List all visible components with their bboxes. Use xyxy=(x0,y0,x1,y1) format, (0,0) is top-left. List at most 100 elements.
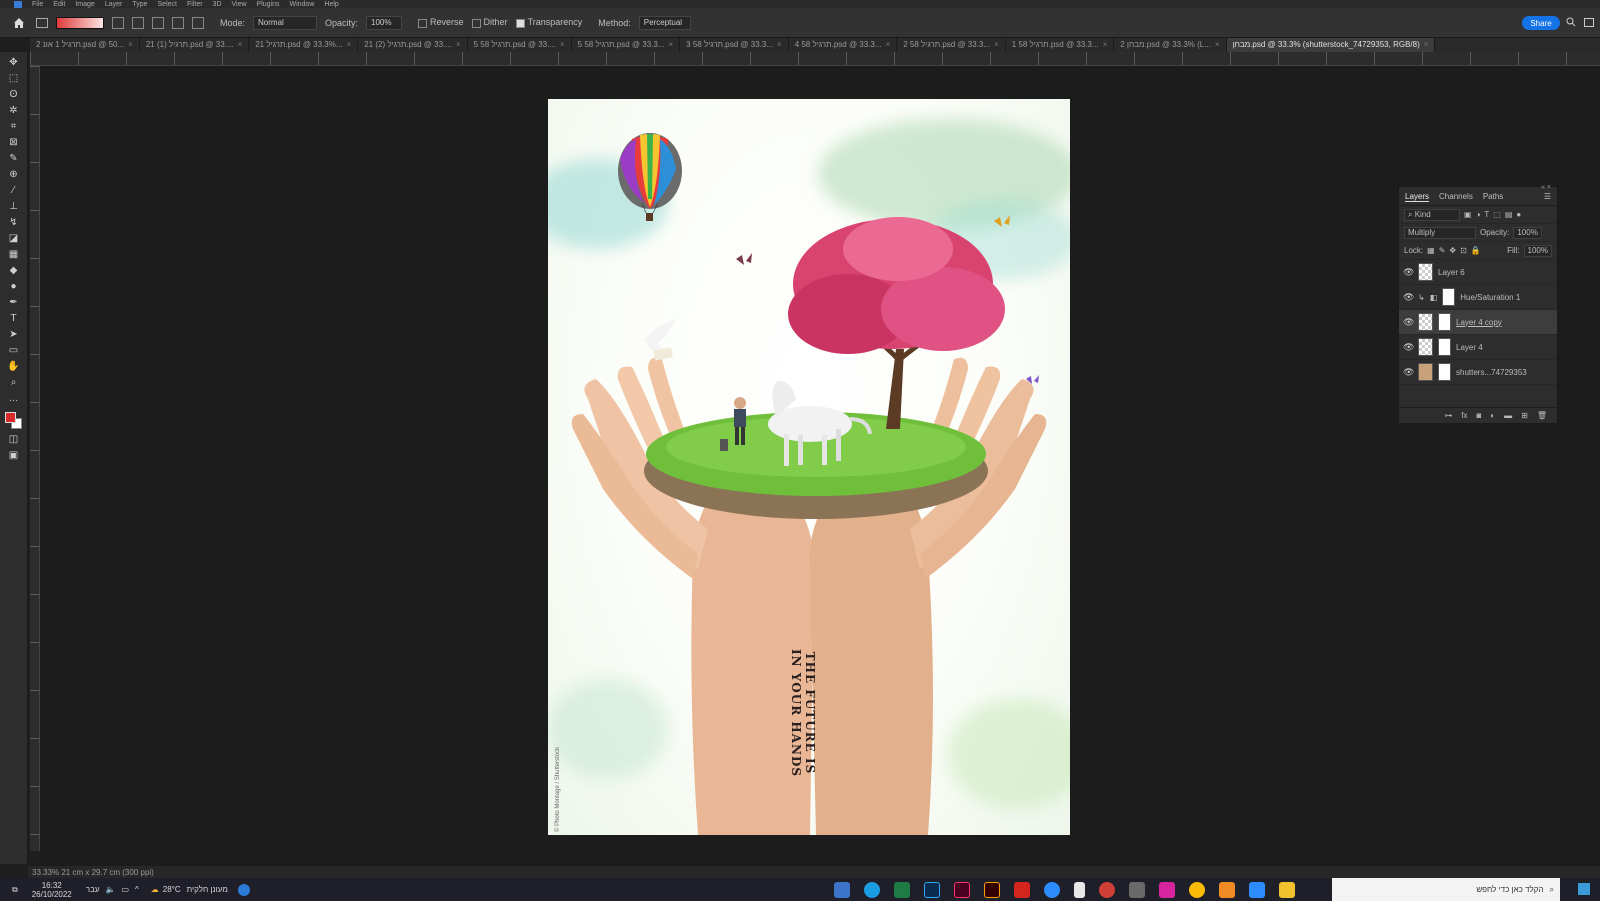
photoshop-icon[interactable] xyxy=(923,881,940,898)
doc-tab[interactable]: 2 מבחן.psd @ 33.3% (L... × xyxy=(1114,38,1227,52)
move-tool-icon[interactable]: ✥ xyxy=(7,56,21,69)
blend-mode-select[interactable]: Multiply xyxy=(1404,226,1476,239)
menu-file[interactable]: File xyxy=(32,1,43,8)
menu-layer[interactable]: Layer xyxy=(105,1,123,8)
clock[interactable]: 16:32 26/10/2022 xyxy=(32,881,72,899)
excel-icon[interactable] xyxy=(893,881,910,898)
layer-row[interactable]: 👁 shutters...74729353 xyxy=(1399,360,1557,385)
foreground-color[interactable] xyxy=(4,412,16,423)
quick-mask-icon[interactable]: ◫ xyxy=(7,433,21,446)
trash-icon[interactable]: 🗑 xyxy=(1537,411,1547,420)
menu-image[interactable]: Image xyxy=(75,1,94,8)
layer-row[interactable]: 👁 ↳ ◧ Hue/Saturation 1 xyxy=(1399,285,1557,310)
chrome-app-icon[interactable] xyxy=(1098,881,1115,898)
fill-input[interactable]: 100% xyxy=(1523,244,1552,257)
filter-smart-object-icon[interactable]: ▤ xyxy=(1505,210,1513,219)
filter-shape-icon[interactable]: ⬚ xyxy=(1493,210,1501,219)
document-canvas[interactable]: THE FUTURE IS IN YOUR HANDS © Photo Mont… xyxy=(548,99,1070,835)
opacity-input[interactable]: 100% xyxy=(366,15,403,30)
layer-name[interactable]: Hue/Saturation 1 xyxy=(1460,293,1520,302)
indesign-icon[interactable] xyxy=(953,881,970,898)
menu-window[interactable]: Window xyxy=(290,1,315,8)
close-icon[interactable]: × xyxy=(347,40,352,49)
lock-all-icon[interactable]: 🔒 xyxy=(1471,246,1481,255)
transparency-checkbox[interactable]: Transparency xyxy=(515,17,582,28)
tab-channels[interactable]: Channels xyxy=(1439,192,1473,202)
brush-tool-icon[interactable]: ⁄ xyxy=(7,184,21,197)
frame-tool-icon[interactable]: ⊠ xyxy=(7,136,21,149)
screen-mode-icon[interactable]: ▣ xyxy=(7,449,21,462)
layer-row[interactable]: 👁 Layer 4 xyxy=(1399,335,1557,360)
quick-select-tool-icon[interactable]: ✲ xyxy=(7,104,21,117)
crop-tool-icon[interactable]: ⌗ xyxy=(7,120,21,133)
start-button-icon[interactable] xyxy=(1578,883,1590,895)
menu-edit[interactable]: Edit xyxy=(53,1,65,8)
close-icon[interactable]: × xyxy=(669,40,674,49)
layer-opacity-input[interactable]: 100% xyxy=(1513,226,1542,239)
layer-row[interactable]: 👁 Layer 6 xyxy=(1399,260,1557,285)
weather-temp[interactable]: 28°C xyxy=(163,885,181,894)
shape-tool-icon[interactable]: ▭ xyxy=(7,344,21,357)
acrobat-icon[interactable] xyxy=(1013,881,1030,898)
lock-artboard-icon[interactable]: ⊡ xyxy=(1460,246,1467,255)
menu-view[interactable]: View xyxy=(232,1,247,8)
notifications-chevron-icon[interactable]: ^ xyxy=(135,885,139,894)
blur-tool-icon[interactable]: ◆ xyxy=(7,264,21,277)
workspace-icon[interactable] xyxy=(1584,18,1594,27)
zoom-meetings-icon[interactable] xyxy=(1248,881,1265,898)
new-adjustment-icon[interactable]: ◐ xyxy=(1490,411,1495,420)
path-select-tool-icon[interactable]: ➤ xyxy=(7,328,21,341)
file-icon[interactable] xyxy=(1073,881,1085,898)
edge-app-icon[interactable] xyxy=(237,883,250,896)
new-group-icon[interactable]: ▬ xyxy=(1504,411,1512,420)
menu-type[interactable]: Type xyxy=(132,1,147,8)
weather-desc[interactable]: מעונן חלקית xyxy=(187,885,228,894)
layer-name[interactable]: Layer 6 xyxy=(1438,268,1465,277)
reflected-gradient-button[interactable] xyxy=(172,16,184,29)
color-swatches[interactable] xyxy=(4,412,23,430)
tool-preset-icon[interactable] xyxy=(36,17,48,28)
doc-tab[interactable]: 2 תרגיל 1 אונ.psd @ 50... × xyxy=(30,38,140,52)
filter-pixel-icon[interactable]: ▣ xyxy=(1464,210,1472,219)
type-tool-icon[interactable]: T xyxy=(7,312,21,325)
panel-menu-icon[interactable]: ☰ xyxy=(1544,192,1551,202)
angle-gradient-button[interactable] xyxy=(152,16,164,29)
link-layers-icon[interactable]: ⊶ xyxy=(1444,411,1452,420)
diamond-gradient-button[interactable] xyxy=(192,16,204,29)
radial-gradient-button[interactable] xyxy=(132,16,144,29)
healing-tool-icon[interactable]: ⊕ xyxy=(7,168,21,181)
filter-type-icon[interactable]: T xyxy=(1484,210,1489,219)
close-icon[interactable]: × xyxy=(1424,40,1429,49)
edge-browser-icon[interactable] xyxy=(863,881,880,898)
dither-checkbox[interactable]: Dither xyxy=(471,17,508,28)
kind-filter-select[interactable]: ⌕ Kind xyxy=(1404,208,1460,221)
lock-image-icon[interactable]: ✎ xyxy=(1439,246,1446,255)
history-brush-icon[interactable]: ↯ xyxy=(7,216,21,229)
ruler-vertical[interactable] xyxy=(30,66,40,851)
fx-icon[interactable]: fx xyxy=(1461,411,1467,420)
search-app-icon[interactable] xyxy=(1218,881,1235,898)
tab-layers[interactable]: Layers xyxy=(1405,192,1430,202)
close-icon[interactable]: × xyxy=(128,40,133,49)
close-icon[interactable]: × xyxy=(1103,40,1108,49)
doc-tab[interactable]: 5 58 תרגיל.psd @ 33.... × xyxy=(468,38,572,52)
weather-icon[interactable]: ☁ xyxy=(151,885,159,894)
panel-collapse-icon[interactable]: « × xyxy=(1541,184,1551,191)
menu-select[interactable]: Select xyxy=(158,1,177,8)
chrome-browser-icon[interactable] xyxy=(1188,881,1205,898)
eye-icon[interactable]: 👁 xyxy=(1403,367,1414,378)
lasso-tool-icon[interactable]: ʘ xyxy=(7,88,21,101)
close-icon[interactable]: × xyxy=(560,40,565,49)
network-icon[interactable]: ▭ xyxy=(121,885,129,894)
mode-select[interactable]: Normal xyxy=(253,15,318,30)
close-icon[interactable]: × xyxy=(777,40,782,49)
close-icon[interactable]: × xyxy=(886,40,891,49)
menu-help[interactable]: Help xyxy=(324,1,338,8)
zoom-tool-icon[interactable]: ⌕ xyxy=(7,376,21,389)
search-icon[interactable] xyxy=(1566,17,1578,29)
doc-tab[interactable]: 21 תרגיל.psd @ 33.3%... × xyxy=(249,38,359,52)
menu-plugins[interactable]: Plugins xyxy=(257,1,280,8)
zoom-app-icon[interactable] xyxy=(1043,881,1060,898)
share-button[interactable]: Share xyxy=(1522,16,1560,30)
layer-name[interactable]: Layer 4 copy xyxy=(1456,318,1502,327)
